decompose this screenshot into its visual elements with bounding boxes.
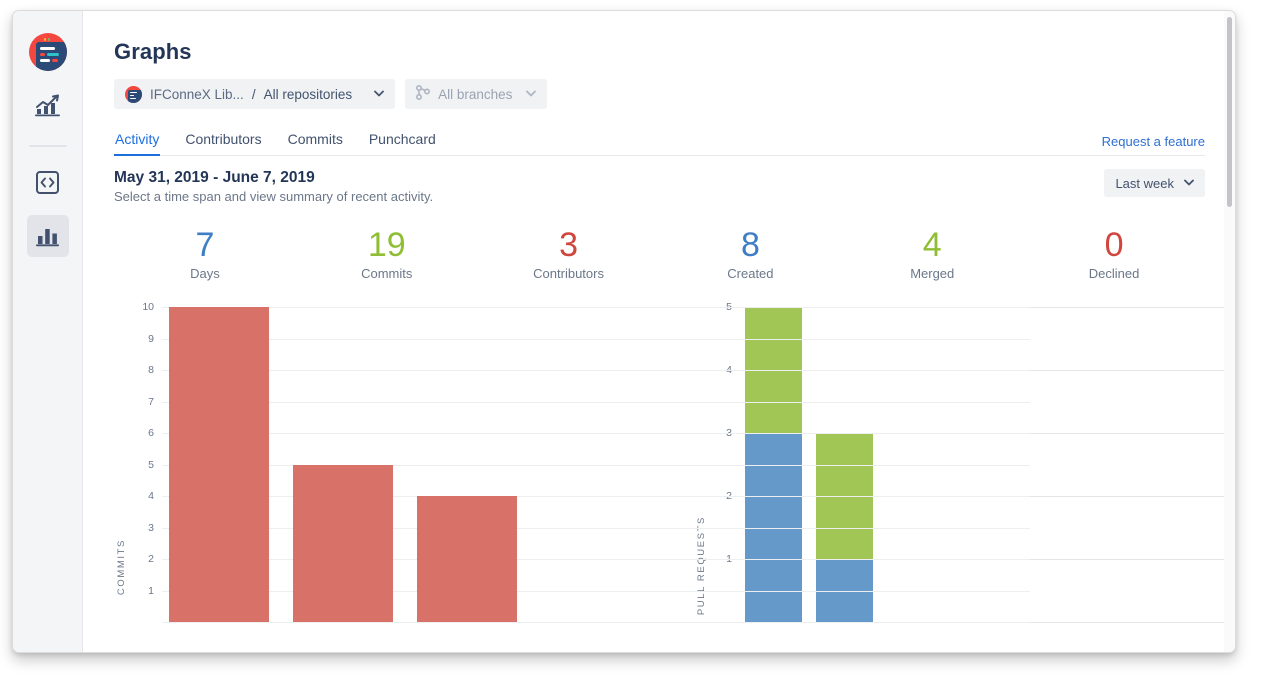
sidebar-item-graphs[interactable] [26,215,69,257]
gridline [162,496,1030,497]
vertical-scrollbar-track[interactable] [1224,11,1235,652]
main-panel: Graphs IFConneX Lib... / All repositorie… [83,11,1235,652]
chevron-down-icon [374,88,385,100]
gridline [162,370,1030,371]
repository-logo-icon [125,85,142,103]
tab-punchcard[interactable]: Punchcard [368,131,437,155]
bar[interactable] [417,496,517,622]
timespan-select[interactable]: Last week [1104,169,1205,197]
timespan-title: May 31, 2019 - June 7, 2019 [114,169,315,186]
stat-declined: 0 Declined [1023,226,1205,281]
y-axis-tick: 1 [148,584,154,597]
gridline [162,527,1030,529]
stat-value: 19 [367,226,406,264]
bar[interactable] [169,307,269,622]
stat-commits: 19 Commits [296,226,478,281]
stat-value: 4 [922,226,942,264]
commits-axis-label: COMMITS [116,538,127,595]
repository-name: IFConneX Lib... [150,86,244,102]
stat-label: Created [727,266,774,281]
code-brackets-icon [36,170,59,194]
gridline [162,590,1030,592]
screen: Graphs IFConneX Lib... / All repositorie… [0,0,1265,680]
y-axis-tick: 2 [148,553,154,565]
tab-list: Activity Contributors Commits Punchcard [114,131,437,156]
stat-value: 7 [195,226,215,264]
timespan-select-value: Last week [1115,175,1174,191]
gridline [162,559,1030,560]
request-a-feature-link[interactable]: Request a feature [1102,134,1205,155]
bar[interactable] [293,464,393,622]
y-axis-tick: 4 [148,490,154,502]
y-axis-tick: 10 [142,301,154,313]
commits-plot [162,295,1030,625]
y-axis-tick: 6 [148,427,154,439]
y-axis-tick: 8 [148,364,154,376]
bar-chart-icon [36,228,59,246]
stat-label: Declined [1088,266,1140,281]
commits-chart: COMMITS 1 2 3 4 5 6 7 8 9 10 [114,295,1030,625]
axis-baseline [162,622,1030,623]
gridline [162,433,1030,434]
timespan-header: May 31, 2019 - June 7, 2019 Select a tim… [114,169,1205,204]
repository-selector[interactable]: IFConneX Lib... / All repositories [114,79,396,109]
left-nav-rail [13,11,83,652]
trend-chart-icon [34,94,60,117]
stat-days: 7 Days [114,226,296,281]
bar-segment [169,307,269,622]
gridline [162,464,1030,466]
stat-merged: 4 Merged [841,226,1023,281]
rail-divider [28,145,67,147]
stat-value: 8 [740,226,760,264]
stat-label: Days [190,266,220,281]
tab-commits[interactable]: Commits [287,131,344,155]
repository-scope: All repositories [263,86,353,102]
stat-value: 0 [1104,226,1124,264]
stat-label: Contributors [533,266,604,281]
chevron-down-icon [526,88,537,100]
sidebar-item-code[interactable] [27,161,69,203]
y-axis-tick: 3 [148,521,154,534]
app-logo-icon [28,33,67,71]
y-axis-tick: 7 [148,395,154,408]
tab-bar: Activity Contributors Commits Punchcard … [114,131,1205,156]
stat-label: Merged [910,266,955,281]
filter-bar: IFConneX Lib... / All repositories All b… [114,79,1205,109]
y-axis-tick: 9 [148,332,154,345]
stat-contributors: 3 Contributors [478,226,660,281]
gridline [162,338,1030,340]
tab-activity[interactable]: Activity [114,131,161,156]
timespan-text: May 31, 2019 - June 7, 2019 Select a tim… [114,169,433,204]
branch-icon [416,84,431,103]
y-axis-tick: 5 [148,458,154,471]
page-title: Graphs [114,39,192,64]
app-window: Graphs IFConneX Lib... / All repositorie… [12,10,1236,653]
gridline [162,401,1030,403]
tab-contributors[interactable]: Contributors [184,131,262,155]
summary-stats: 7 Days 19 Commits 3 Contributors 8 Creat… [114,226,1205,281]
repository-separator: / [251,86,256,102]
vertical-scrollbar-thumb[interactable] [1227,17,1232,207]
sidebar-item-analytics[interactable] [27,85,69,127]
gridline [162,307,1030,308]
stat-created: 8 Created [659,226,841,281]
charts-area: PULL REQUESTS 12345 COMMITS 12345678910 [114,295,1235,625]
bar-segment [417,496,517,622]
sidebar-item-product-logo[interactable] [27,31,69,73]
content-area: Graphs IFConneX Lib... / All repositorie… [83,11,1235,625]
branch-label: All branches [438,86,513,102]
stat-label: Commits [361,266,413,281]
chevron-down-icon [1184,178,1194,189]
timespan-subtitle: Select a time span and view summary of r… [114,189,434,204]
commits-y-ticks: 1 2 3 4 5 6 7 8 9 10 [132,295,154,625]
stat-value: 3 [559,226,579,264]
bar-segment [293,464,393,622]
branch-selector[interactable]: All branches [405,79,548,109]
